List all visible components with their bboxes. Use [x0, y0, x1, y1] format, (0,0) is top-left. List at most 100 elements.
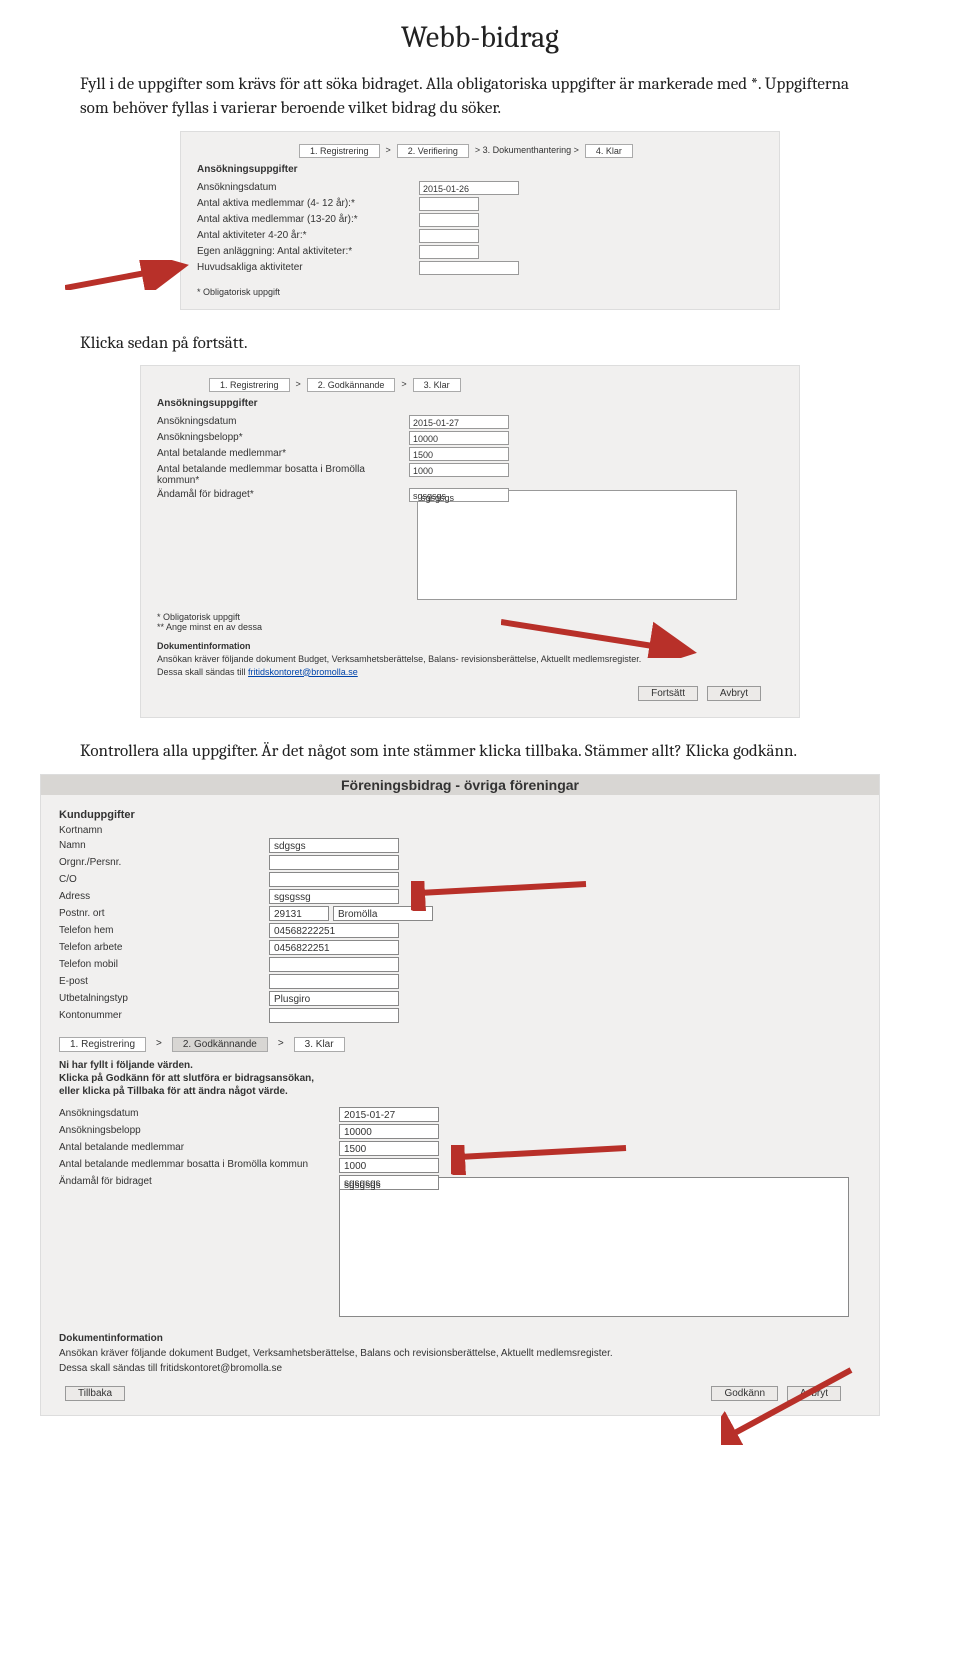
field[interactable]: 1000	[409, 463, 509, 477]
label: Ansökningsdatum	[149, 415, 409, 427]
textarea-purpose[interactable]: sgsgsgs	[417, 490, 737, 600]
stepper: 1. Registrering > 2. Godkännande > 3. Kl…	[209, 378, 791, 392]
step-1: 1. Registrering	[59, 1037, 146, 1052]
panel-registrering: 1. Registrering > 2. Verifiering > 3. Do…	[180, 131, 780, 310]
field: 2015-01-27	[339, 1107, 439, 1122]
instruction-text: Klicka sedan på fortsätt.	[80, 332, 880, 356]
field[interactable]	[419, 261, 519, 275]
field[interactable]	[269, 872, 399, 887]
docinfo-line: Dessa skall sändas till fritidskontoret@…	[157, 666, 791, 679]
footnote: * Obligatorisk uppgift	[197, 287, 771, 297]
field-postnr[interactable]: 29131	[269, 906, 329, 921]
arrow-icon	[65, 260, 195, 290]
label: Utbetalningstyp	[59, 993, 269, 1004]
label: Postnr. ort	[59, 908, 269, 919]
label: Antal betalande medlemmar	[59, 1141, 339, 1156]
step-2: 2. Verifiering	[397, 144, 469, 158]
instruction-text: Kontrollera alla uppgifter. Är det något…	[80, 740, 880, 764]
field[interactable]	[419, 213, 479, 227]
label: Antal aktiva medlemmar (4- 12 år):*	[189, 197, 419, 209]
field: 1000	[339, 1158, 439, 1173]
label: Ändamål för bidraget*	[149, 488, 409, 500]
label: Antal betalande medlemmar bosatta i Brom…	[59, 1158, 339, 1173]
step-3: 3. Klar	[413, 378, 461, 392]
field-name[interactable]: sdgsgs	[269, 838, 399, 853]
field[interactable]	[419, 197, 479, 211]
textarea-purpose: sgsgsgs	[339, 1177, 849, 1317]
docinfo-heading: Dokumentinformation	[59, 1331, 871, 1346]
label: Ansökningsdatum	[59, 1107, 339, 1122]
document-info: Dokumentinformation Ansökan kräver följa…	[59, 1331, 871, 1376]
label: Namn	[59, 840, 269, 851]
note-line: * Obligatorisk uppgift	[157, 612, 791, 622]
back-button[interactable]: Tillbaka	[65, 1386, 125, 1401]
label: C/O	[59, 874, 269, 885]
email-link[interactable]: fritidskontoret@bromolla.se	[248, 667, 358, 677]
section-heading: Ansökningsuppgifter	[197, 164, 771, 175]
footnote: * Obligatorisk uppgift ** Ange minst en …	[157, 612, 791, 632]
field[interactable]	[419, 229, 479, 243]
field[interactable]: 10000	[409, 431, 509, 445]
field[interactable]: 1500	[409, 447, 509, 461]
field[interactable]: 2015-01-27	[409, 415, 509, 429]
docinfo-line: Ansökan kräver följande dokument Budget,…	[157, 653, 791, 666]
label: Ändamål för bidraget	[59, 1175, 339, 1190]
field[interactable]	[269, 974, 399, 989]
step-1: 1. Registrering	[299, 144, 380, 158]
email-link[interactable]: fritidskontoret@bromolla.se	[160, 1363, 282, 1374]
label: Kontonummer	[59, 1010, 269, 1021]
step-sep: > 3. Dokumenthantering >	[469, 144, 585, 158]
label: Antal betalande medlemmar bosatta i Brom…	[149, 463, 409, 486]
step-sep: >	[268, 1037, 294, 1052]
label: Egen anläggning: Antal aktiviteter:*	[189, 245, 419, 257]
step-4: 4. Klar	[585, 144, 633, 158]
field[interactable]	[269, 1008, 399, 1023]
bold-instruction: Klicka på Godkänn för att slutföra er bi…	[59, 1073, 871, 1084]
cancel-button[interactable]: Avbryt	[787, 1386, 841, 1401]
intro-text: Fyll i de uppgifter som krävs för att sö…	[80, 73, 880, 121]
label: Telefon arbete	[59, 942, 269, 953]
field[interactable]: 0456822251	[269, 940, 399, 955]
label: Ansökningsbelopp*	[149, 431, 409, 443]
label: Huvudsakliga aktiviteter	[189, 261, 419, 273]
panel-godkannande: 1. Registrering > 2. Godkännande > 3. Kl…	[140, 365, 800, 718]
field: 1500	[339, 1141, 439, 1156]
stepper: 1. Registrering > 2. Verifiering > 3. Do…	[299, 144, 771, 158]
field-ort[interactable]: Bromölla	[333, 906, 433, 921]
bold-instruction: eller klicka på Tillbaka för att ändra n…	[59, 1086, 871, 1097]
page-title: Webb-bidrag	[80, 20, 880, 55]
label: Orgnr./Persnr.	[59, 857, 269, 868]
label: E-post	[59, 976, 269, 987]
continue-button[interactable]: Fortsätt	[638, 686, 698, 701]
document-info: Dokumentinformation Ansökan kräver följa…	[157, 640, 791, 678]
label: Ansökningsdatum	[189, 181, 419, 193]
step-2-active: 2. Godkännande	[172, 1037, 268, 1052]
step-2: 2. Godkännande	[307, 378, 396, 392]
field: 10000	[339, 1124, 439, 1139]
panel-title-bar: Föreningsbidrag - övriga föreningar	[41, 775, 879, 795]
field[interactable]: sgsgssg	[269, 889, 399, 904]
label: Antal aktiviteter 4-20 år:*	[189, 229, 419, 241]
approve-button[interactable]: Godkänn	[711, 1386, 778, 1401]
step-sep: >	[395, 378, 412, 392]
note-line: ** Ange minst en av dessa	[157, 622, 791, 632]
docinfo-heading: Dokumentinformation	[157, 640, 791, 653]
label: Ansökningsbelopp	[59, 1124, 339, 1139]
field-date[interactable]: 2015-01-26	[419, 181, 519, 195]
field[interactable]: Plusgiro	[269, 991, 399, 1006]
bold-instruction: Ni har fyllt i följande värden.	[59, 1060, 871, 1071]
step-sep: >	[146, 1037, 172, 1052]
docinfo-line: Dessa skall sändas till fritidskontoret@…	[59, 1361, 871, 1376]
section-heading: Ansökningsuppgifter	[157, 398, 791, 409]
field[interactable]	[419, 245, 479, 259]
field[interactable]	[269, 957, 399, 972]
label: Antal aktiva medlemmar (13-20 år):*	[189, 213, 419, 225]
field[interactable]: 04568222251	[269, 923, 399, 938]
cancel-button[interactable]: Avbryt	[707, 686, 761, 701]
field[interactable]	[269, 855, 399, 870]
step-sep: >	[380, 144, 397, 158]
label: Telefon mobil	[59, 959, 269, 970]
label: Antal betalande medlemmar*	[149, 447, 409, 459]
docinfo-line: Ansökan kräver följande dokument Budget,…	[59, 1346, 871, 1361]
step-sep: >	[290, 378, 307, 392]
